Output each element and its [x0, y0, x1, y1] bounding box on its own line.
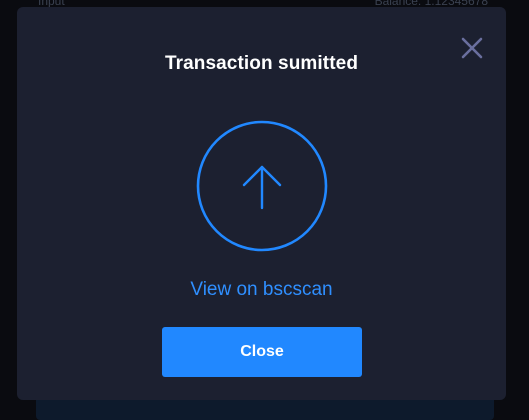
modal-title: Transaction sumitted — [164, 53, 359, 74]
arrow-up-circle-icon — [196, 120, 328, 252]
view-on-explorer-link[interactable]: View on bscscan — [17, 279, 506, 301]
page: Input Balance: 1.12345678 Transaction su… — [0, 0, 529, 420]
transaction-submitted-modal: Transaction sumitted View on bscscan Clo… — [17, 7, 506, 400]
close-icon[interactable] — [460, 36, 484, 60]
close-button[interactable]: Close — [162, 327, 362, 377]
